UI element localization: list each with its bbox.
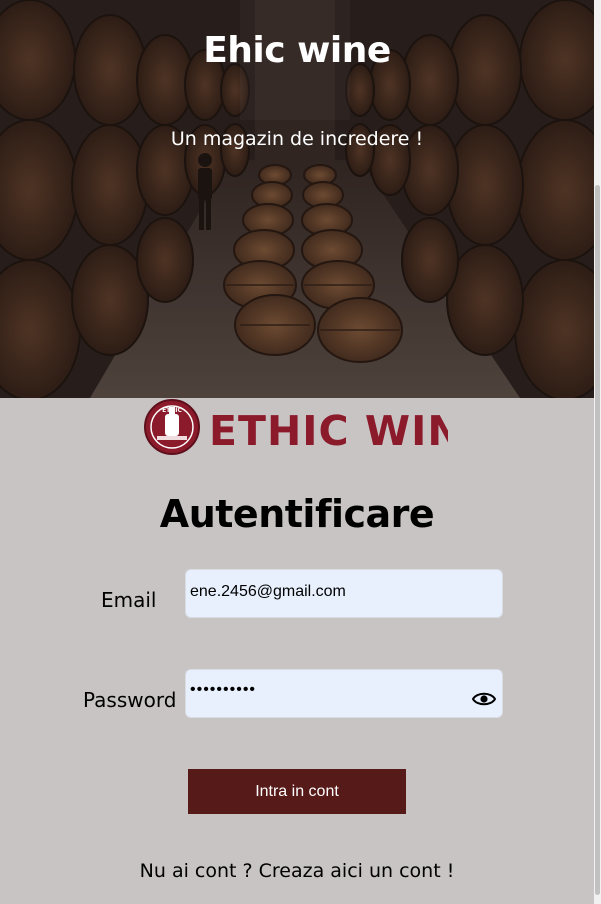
eye-icon[interactable]	[472, 690, 496, 708]
password-label: Password	[83, 688, 177, 712]
email-label: Email	[101, 588, 157, 612]
signup-link[interactable]: Creaza aici un cont !	[259, 860, 455, 882]
password-input[interactable]	[190, 666, 470, 713]
brand-logo: ETHIC ETHIC WINE	[143, 398, 448, 456]
email-input[interactable]	[190, 568, 470, 615]
password-field[interactable]	[185, 666, 503, 718]
hero-title: Ehic wine	[203, 30, 391, 71]
form-title: Autentificare	[159, 492, 435, 536]
scrollbar[interactable]	[594, 0, 601, 904]
login-page: Ehic wine Un magazin de incredere ! ETHI…	[0, 0, 601, 904]
email-field[interactable]	[185, 568, 503, 618]
hero-banner: Ehic wine Un magazin de incredere !	[0, 0, 594, 398]
signup-prompt: Nu ai cont ? Creaza aici un cont !	[0, 860, 594, 882]
hero-subtitle: Un magazin de incredere !	[170, 128, 424, 150]
svg-text:ETHIC: ETHIC	[162, 407, 182, 414]
login-button[interactable]: Intra in cont	[188, 769, 406, 814]
signup-prefix: Nu ai cont ?	[139, 860, 259, 882]
svg-text:ETHIC WINE: ETHIC WINE	[209, 407, 448, 455]
scrollbar-thumb[interactable]	[595, 185, 600, 895]
